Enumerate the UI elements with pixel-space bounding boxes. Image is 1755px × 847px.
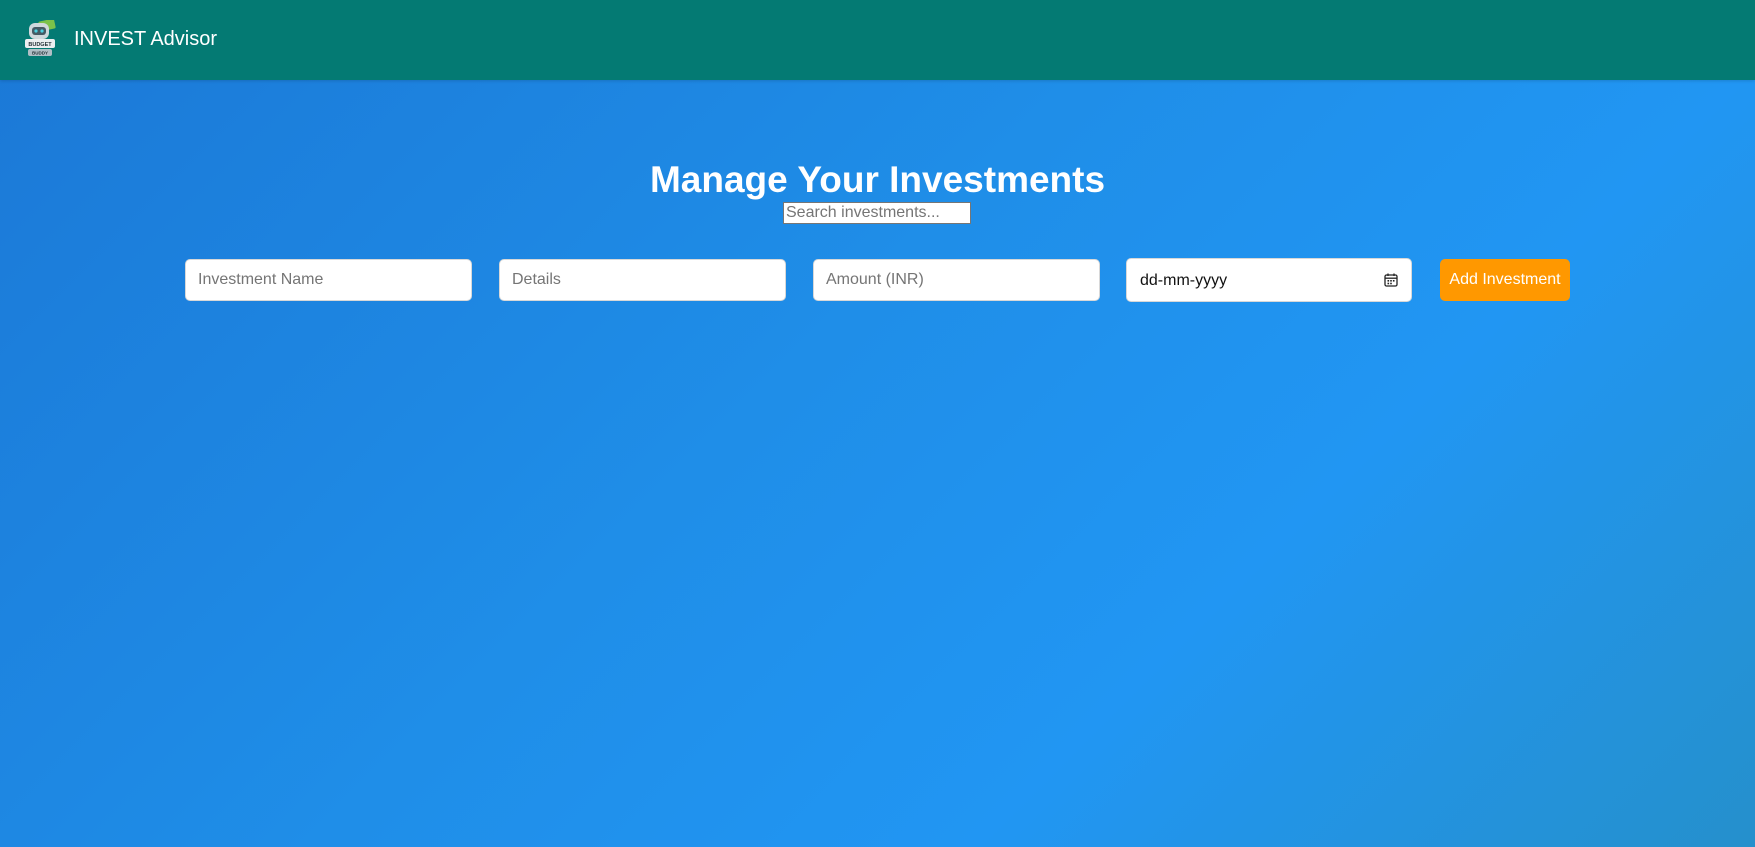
amount-input[interactable]: [813, 259, 1100, 301]
search-input[interactable]: [783, 202, 971, 224]
investment-name-input[interactable]: [185, 259, 472, 301]
details-input[interactable]: [499, 259, 786, 301]
svg-text:BUDDY: BUDDY: [32, 51, 48, 56]
budget-buddy-logo-icon[interactable]: BUDGET BUDDY: [22, 20, 58, 60]
page-title: Manage Your Investments: [649, 159, 1106, 200]
date-value: dd-mm-yyyy: [1140, 272, 1228, 289]
brand-title[interactable]: INVEST Advisor: [74, 27, 217, 51]
navbar: BUDGET BUDDY INVEST Advisor: [0, 0, 1755, 80]
svg-text:BUDGET: BUDGET: [28, 42, 52, 48]
calendar-icon[interactable]: [1384, 273, 1398, 287]
add-investment-button[interactable]: Add Investment: [1440, 259, 1570, 301]
date-input[interactable]: dd-mm-yyyy: [1126, 258, 1412, 302]
